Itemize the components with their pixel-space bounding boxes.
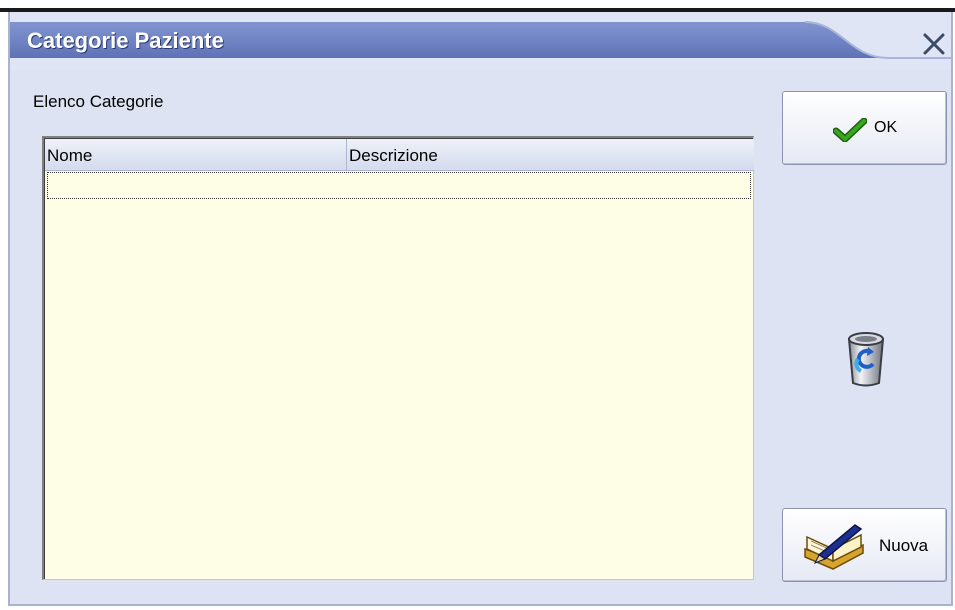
new-category-button[interactable]: Nuova [782, 508, 947, 582]
new-label: Nuova [879, 536, 929, 555]
window-title: Categorie Paziente [27, 28, 224, 53]
focused-empty-row[interactable] [47, 172, 751, 199]
close-icon [923, 33, 945, 55]
categories-list[interactable]: Nome Descrizione [42, 136, 754, 580]
title-bar: Categorie Paziente [10, 12, 951, 70]
close-button[interactable] [922, 32, 946, 56]
ok-button[interactable]: OK [782, 91, 947, 165]
list-inner-border: Nome Descrizione [44, 138, 754, 579]
checkmark-icon [833, 118, 867, 142]
screen-top-edge [0, 0, 955, 8]
ok-label: OK [874, 119, 898, 136]
list-header: Nome Descrizione [45, 139, 754, 171]
dialog-window: Categorie Paziente Elenco Categorie Nome… [8, 12, 953, 606]
column-header-nome[interactable]: Nome [45, 139, 347, 170]
list-label: Elenco Categorie [33, 92, 164, 111]
recycle-bin-refresh-icon[interactable] [843, 327, 889, 389]
column-header-descrizione[interactable]: Descrizione [347, 139, 752, 170]
book-pen-icon [804, 524, 864, 570]
